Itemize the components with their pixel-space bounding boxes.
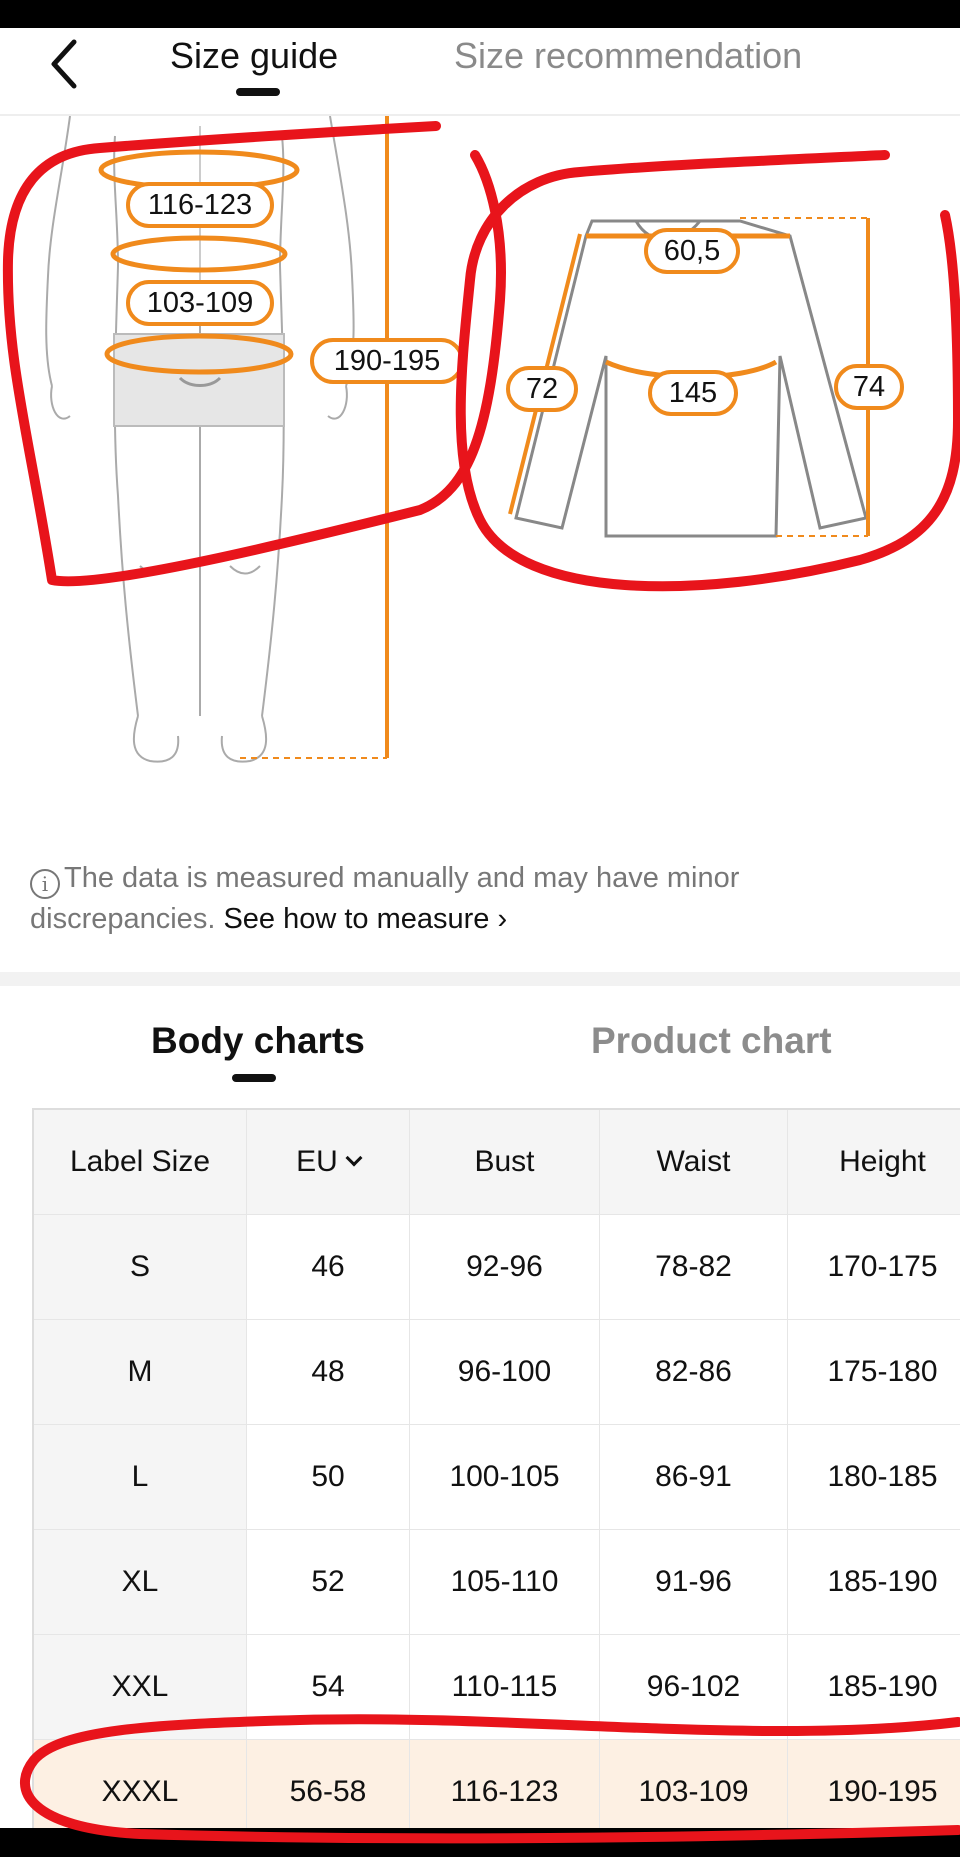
- cell-height: 185-190: [788, 1530, 960, 1635]
- tab-size-guide[interactable]: Size guide: [170, 32, 338, 80]
- header-bust: Bust: [410, 1110, 600, 1215]
- header-eu-label: EU: [296, 1145, 338, 1178]
- length-measure-label: 74: [834, 364, 904, 410]
- cell-waist: 103-109: [600, 1740, 788, 1828]
- chart-tab-indicator: [232, 1074, 276, 1082]
- tab-active-indicator: [236, 88, 280, 96]
- cell-label-size: XXL: [34, 1635, 247, 1740]
- cell-eu: 52: [247, 1530, 410, 1635]
- table-row: XL 52 105-110 91-96 185-190: [34, 1530, 960, 1635]
- table-row: M 48 96-100 82-86 175-180: [34, 1320, 960, 1425]
- table-header-row: Label Size EU Bust Waist Height: [34, 1110, 960, 1215]
- cell-eu: 54: [247, 1635, 410, 1740]
- cell-waist: 78-82: [600, 1215, 788, 1320]
- chevron-down-icon: [345, 1149, 363, 1167]
- chest-measure-label: 145: [648, 370, 738, 416]
- header-label-size: Label Size: [34, 1110, 247, 1215]
- back-arrow-icon[interactable]: [44, 34, 88, 94]
- cell-label-size: M: [34, 1320, 247, 1425]
- height-measure-label: 190-195: [310, 338, 464, 384]
- cell-bust: 105-110: [410, 1530, 600, 1635]
- see-how-to-measure-link[interactable]: See how to measure ›: [223, 903, 507, 935]
- cell-height: 175-180: [788, 1320, 960, 1425]
- tab-body-charts[interactable]: Body charts: [151, 1018, 365, 1064]
- cell-eu: 48: [247, 1320, 410, 1425]
- chevron-right-icon: ›: [497, 903, 508, 935]
- link-label: See how to measure: [223, 903, 490, 935]
- cell-bust: 96-100: [410, 1320, 600, 1425]
- cell-bust: 110-115: [410, 1635, 600, 1740]
- measurement-note: i The data is measured manually and may h…: [30, 858, 930, 939]
- cell-waist: 82-86: [600, 1320, 788, 1425]
- waist-measure-label: 103-109: [126, 280, 274, 326]
- top-bar: Size guide Size recommendation: [0, 28, 960, 116]
- cell-eu: 50: [247, 1425, 410, 1530]
- size-guide-screen: Size guide Size recommendation 116-123 1…: [0, 28, 960, 1828]
- cell-label-size: S: [34, 1215, 247, 1320]
- cell-label-size: XXXL: [34, 1740, 247, 1828]
- tab-size-recommendation[interactable]: Size recommendation: [454, 32, 802, 80]
- cell-eu: 56-58: [247, 1740, 410, 1828]
- cell-bust: 100-105: [410, 1425, 600, 1530]
- measurement-illustration: 116-123 103-109 190-195 60,5 145 72 74: [0, 116, 960, 856]
- cell-label-size: L: [34, 1425, 247, 1530]
- cell-bust: 116-123: [410, 1740, 600, 1828]
- table-row: S 46 92-96 78-82 170-175: [34, 1215, 960, 1320]
- table-row-highlighted: XXXL 56-58 116-123 103-109 190-195: [34, 1740, 960, 1828]
- table-row: XXL 54 110-115 96-102 185-190: [34, 1635, 960, 1740]
- table-row: L 50 100-105 86-91 180-185: [34, 1425, 960, 1530]
- header-eu-dropdown[interactable]: EU: [247, 1110, 410, 1215]
- info-icon: i: [30, 869, 60, 899]
- tab-product-chart[interactable]: Product chart: [591, 1018, 832, 1064]
- cell-waist: 96-102: [600, 1635, 788, 1740]
- cell-eu: 46: [247, 1215, 410, 1320]
- header-height: Height: [788, 1110, 960, 1215]
- section-divider: [0, 972, 960, 986]
- bust-measure-label: 116-123: [126, 182, 274, 228]
- cell-height: 190-195: [788, 1740, 960, 1828]
- cell-bust: 92-96: [410, 1215, 600, 1320]
- cell-label-size: XL: [34, 1530, 247, 1635]
- size-table: Label Size EU Bust Waist Height S 46 92-…: [32, 1108, 960, 1828]
- cell-waist: 86-91: [600, 1425, 788, 1530]
- cell-height: 185-190: [788, 1635, 960, 1740]
- cell-waist: 91-96: [600, 1530, 788, 1635]
- cell-height: 170-175: [788, 1215, 960, 1320]
- cell-height: 180-185: [788, 1425, 960, 1530]
- shoulder-measure-label: 60,5: [644, 228, 740, 274]
- sleeve-measure-label: 72: [506, 366, 578, 412]
- header-waist: Waist: [600, 1110, 788, 1215]
